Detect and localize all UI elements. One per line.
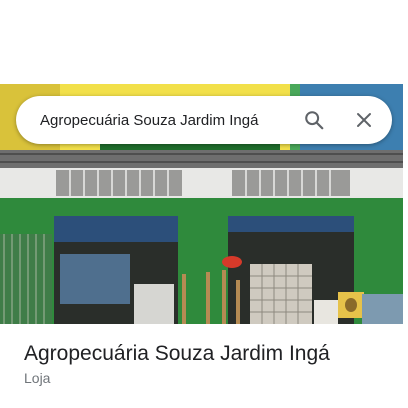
search-icon bbox=[305, 111, 324, 130]
search-input[interactable]: Agropecuária Souza Jardim Ingá bbox=[16, 112, 294, 129]
clear-search-button[interactable] bbox=[344, 100, 384, 140]
close-icon bbox=[357, 113, 371, 127]
search-bar[interactable]: Agropecuária Souza Jardim Ingá bbox=[16, 96, 392, 144]
place-category[interactable]: Loja bbox=[24, 370, 50, 386]
place-title: Agropecuária Souza Jardim Ingá bbox=[24, 342, 330, 365]
search-button[interactable] bbox=[294, 100, 334, 140]
place-page: Agropecuária Souza Jardim Ingá Agropecuá… bbox=[0, 0, 408, 408]
